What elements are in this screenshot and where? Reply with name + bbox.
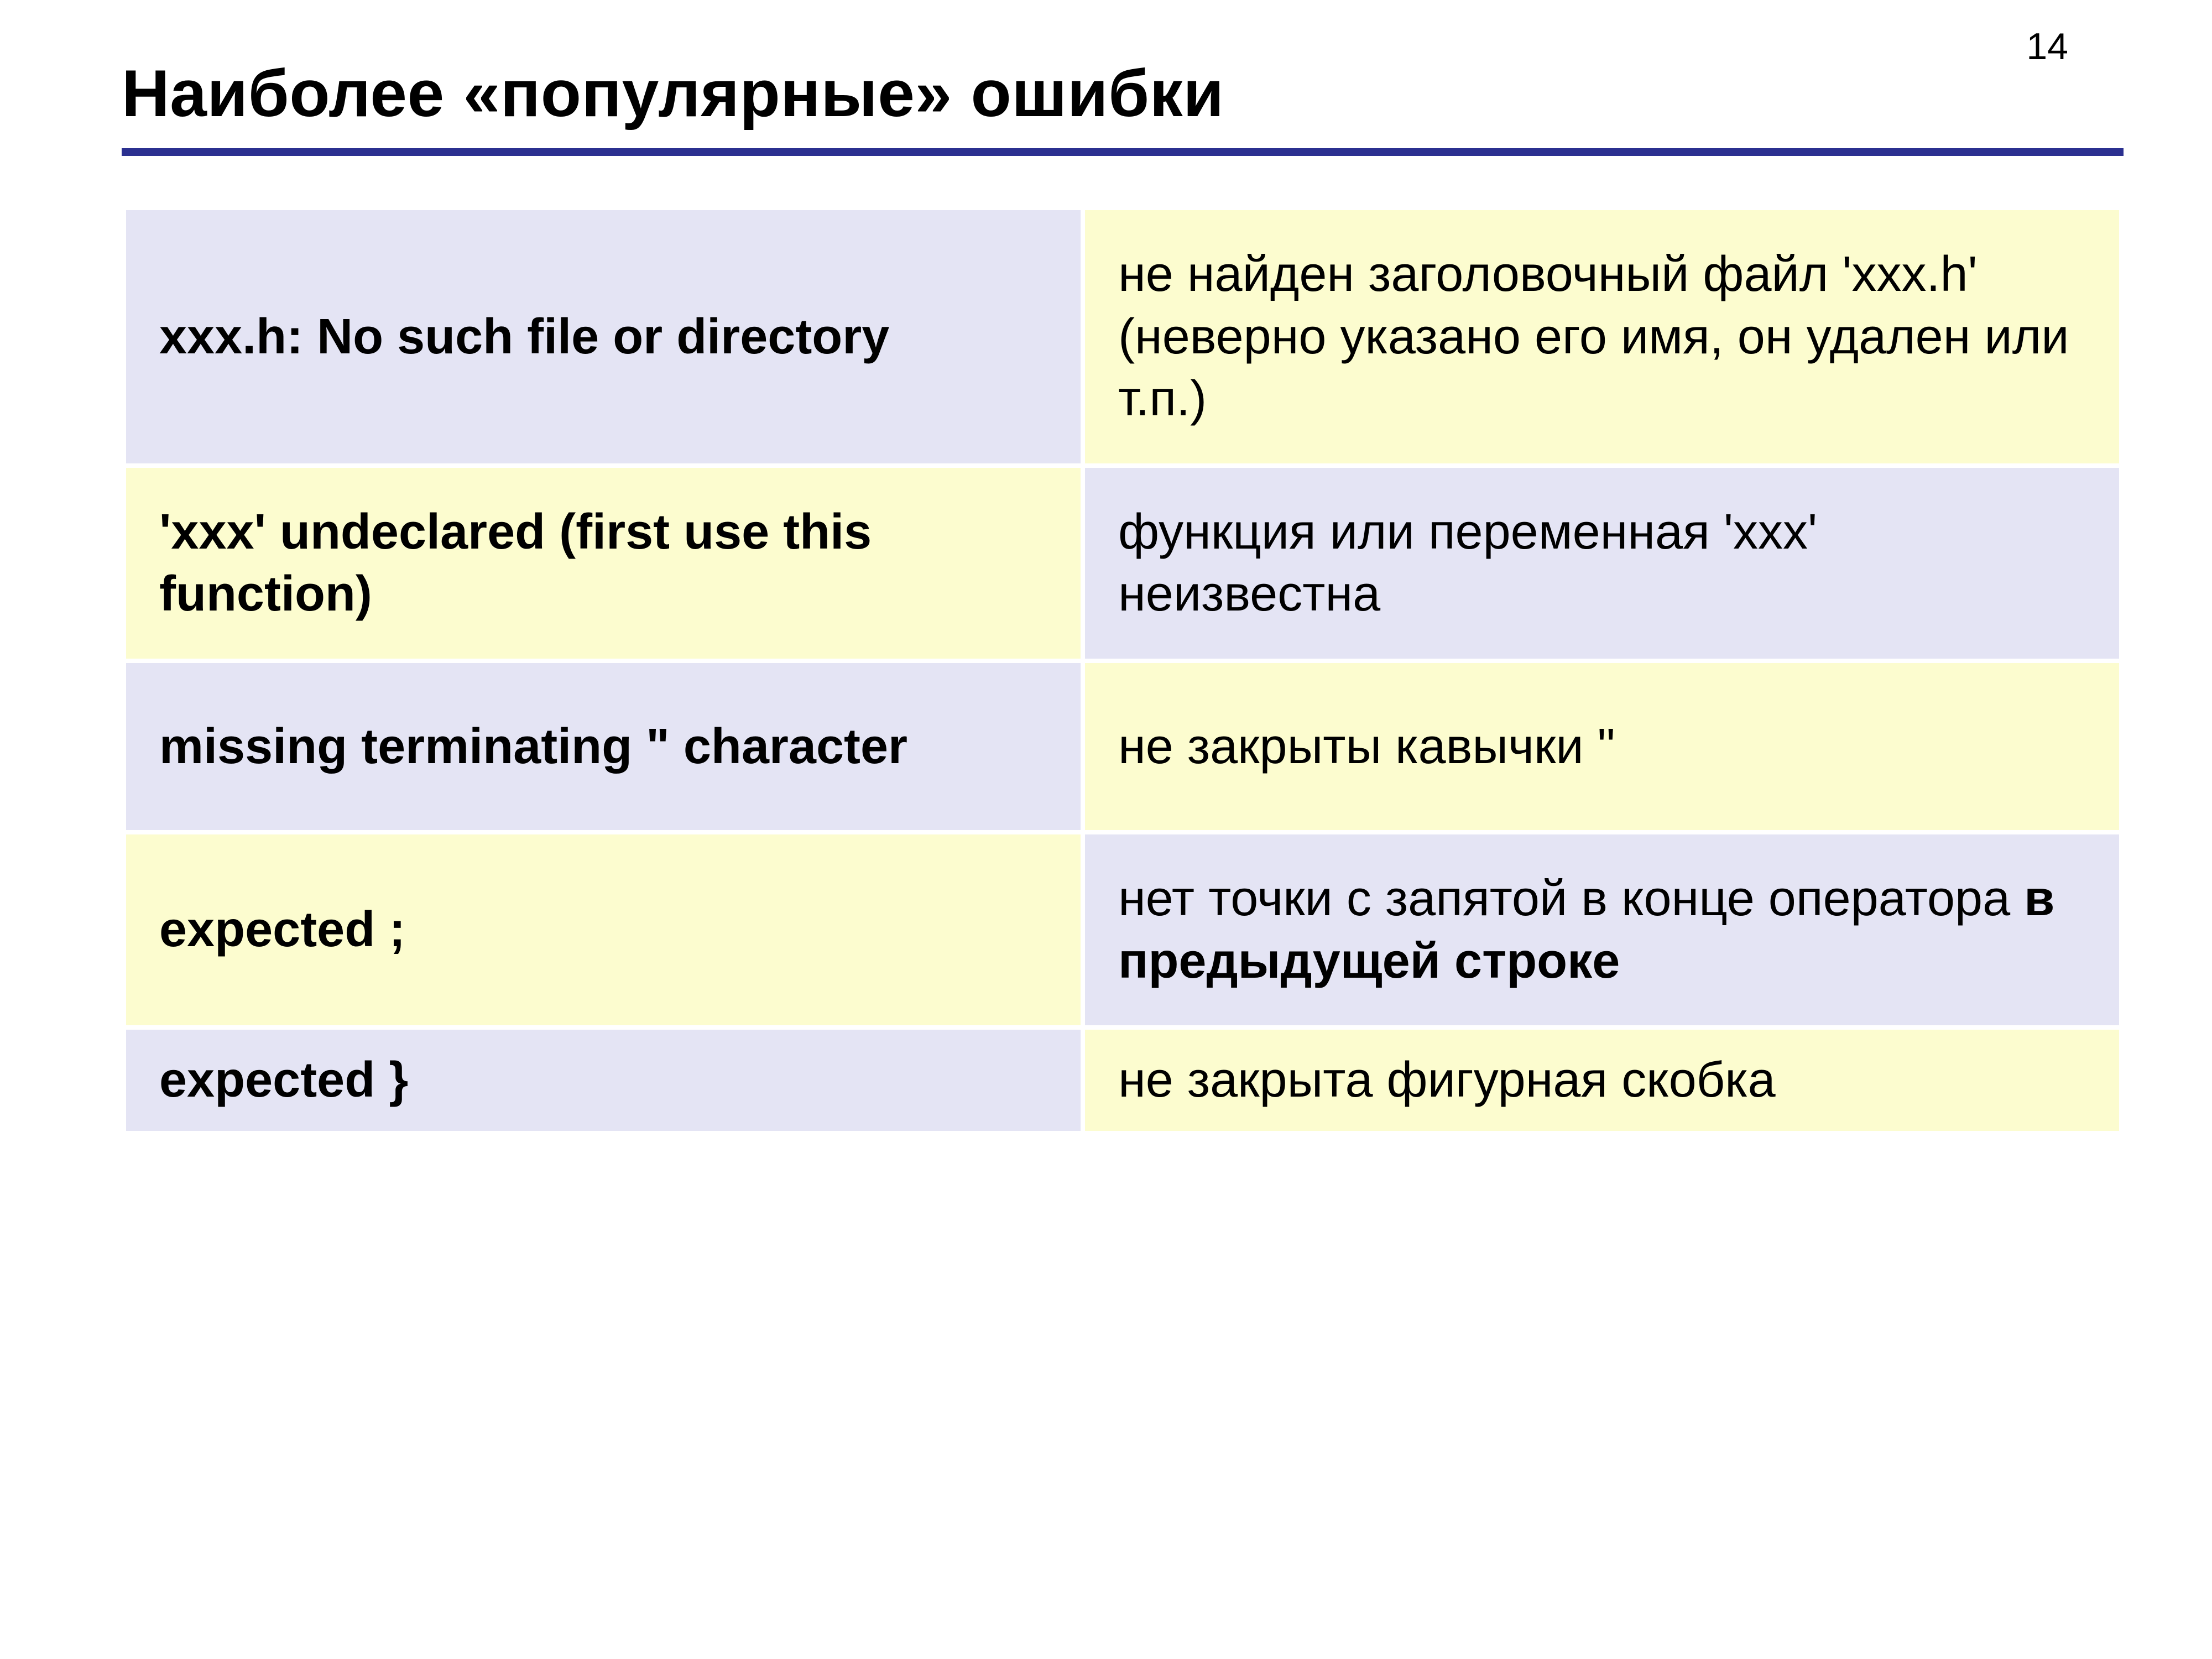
slide-title: Наиболее «популярные» ошибки (122, 55, 2124, 132)
errors-table: xxx.h: No such file or directory не найд… (122, 206, 2124, 1135)
error-description: не найден заголовочный файл 'xxx.h' (нев… (1085, 210, 2119, 463)
error-message: 'xxx' undeclared (first use this functio… (126, 468, 1081, 659)
error-description: не закрыты кавычки " (1085, 663, 2119, 831)
error-message: expected ; (126, 834, 1081, 1025)
table-row: missing terminating " character не закры… (126, 663, 2119, 831)
error-description: не закрыта фигурная скобка (1085, 1030, 2119, 1131)
page-number: 14 (2026, 25, 2068, 68)
error-message: missing terminating " character (126, 663, 1081, 831)
error-message: expected } (126, 1030, 1081, 1131)
error-description: функция или переменная 'xxx' неизвестна (1085, 468, 2119, 659)
error-description: нет точки с запятой в конце оператора в … (1085, 834, 2119, 1025)
table-row: expected ; нет точки с запятой в конце о… (126, 834, 2119, 1025)
slide: 14 Наиболее «популярные» ошибки xxx.h: N… (0, 0, 2212, 1659)
error-message: xxx.h: No such file or directory (126, 210, 1081, 463)
desc-text: нет точки с запятой в конце оператора (1118, 871, 2024, 926)
table-row: xxx.h: No such file or directory не найд… (126, 210, 2119, 463)
title-rule (122, 148, 2124, 156)
table-row: expected } не закрыта фигурная скобка (126, 1030, 2119, 1131)
table-row: 'xxx' undeclared (first use this functio… (126, 468, 2119, 659)
